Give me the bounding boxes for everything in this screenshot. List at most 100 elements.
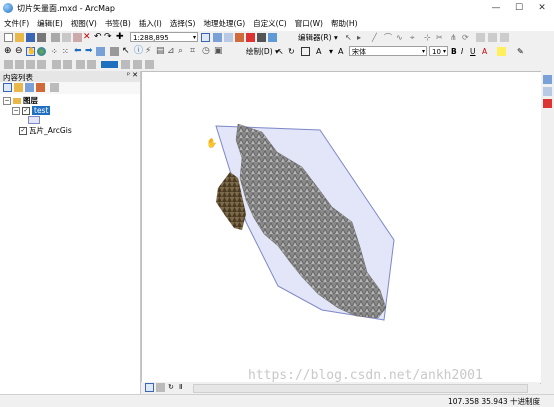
font-size-combo[interactable]: 10 ▾ [429, 46, 448, 56]
data-view-icon[interactable] [145, 383, 154, 392]
delete-icon[interactable]: ✕ [83, 33, 92, 42]
map-scale-combo[interactable]: 1:288,895 ▾ [130, 32, 198, 42]
edit-vertices-icon[interactable]: ⌖ [410, 33, 419, 42]
python-window-icon[interactable] [257, 33, 266, 42]
menu-file[interactable]: 文件(F) [0, 17, 33, 31]
layout-view-icon[interactable] [156, 383, 165, 392]
arctoolbox-tab-icon[interactable] [543, 99, 552, 108]
reshape-icon[interactable]: ⊹ [424, 33, 433, 42]
split-icon[interactable]: ⋔ [450, 33, 459, 42]
layer-tiles-checkbox[interactable]: ✓ [19, 127, 27, 135]
model-builder-icon[interactable] [268, 33, 277, 42]
search-tab-icon[interactable] [543, 87, 552, 96]
cut-polygons-icon[interactable]: ✂ [436, 33, 445, 42]
back-extent-icon[interactable]: ⬅ [74, 47, 83, 56]
underline-button[interactable]: U [470, 47, 476, 57]
catalog-tab-icon[interactable] [543, 75, 552, 84]
line-color-icon[interactable]: ✎ [517, 47, 526, 56]
add-data-icon[interactable]: ✚ [116, 33, 125, 42]
spatial-adjust-icon[interactable] [76, 60, 85, 69]
list-by-drawing-order-icon[interactable] [3, 83, 12, 92]
clear-selection-icon[interactable] [110, 47, 119, 56]
sketch-properties-icon[interactable] [488, 33, 497, 42]
map-view[interactable]: ✋ https://blog.csdn.net/ankh2001 [141, 71, 542, 384]
rectangle-icon[interactable] [301, 47, 310, 56]
go-to-xy-icon[interactable]: ⌗ [190, 47, 199, 56]
fill-color-icon[interactable] [497, 47, 506, 56]
layer-test-label[interactable]: test [32, 106, 51, 115]
pan-icon[interactable]: ✋ [26, 47, 36, 56]
new-text-icon[interactable]: A [316, 47, 325, 56]
menu-geoprocessing[interactable]: 地理处理(G) [199, 17, 249, 31]
arctoolbox-icon[interactable] [246, 33, 255, 42]
close-button[interactable]: ✕ [532, 0, 552, 17]
measure-icon[interactable]: ⊿ [167, 47, 176, 56]
close-icon[interactable]: ✕ [132, 71, 138, 79]
catalog-icon[interactable] [224, 33, 233, 42]
redo-icon[interactable]: ↷ [104, 33, 113, 42]
layer-test-checkbox[interactable]: ✓ [22, 107, 30, 115]
menu-customize[interactable]: 自定义(C) [249, 17, 291, 31]
endpoint-arc-icon[interactable]: ⌒ [384, 33, 393, 42]
draw-menu[interactable]: 绘制(D) ▾ [246, 47, 279, 57]
graphics-align-icon[interactable] [133, 60, 142, 69]
paste-icon[interactable] [73, 33, 82, 42]
rotate-icon[interactable]: ⟳ [462, 33, 471, 42]
attributes-icon[interactable] [476, 33, 485, 42]
rotate-element-icon[interactable]: ↻ [288, 47, 297, 56]
list-by-visibility-icon[interactable] [25, 83, 34, 92]
menu-help[interactable]: 帮助(H) [327, 17, 362, 31]
layout-pan-icon[interactable] [15, 60, 24, 69]
menu-windows[interactable]: 窗口(W) [291, 17, 327, 31]
editor-toolbar-icon[interactable] [201, 33, 210, 42]
open-folder-icon[interactable] [15, 33, 24, 42]
minimize-button[interactable]: — [486, 0, 506, 17]
collapse-icon[interactable]: − [12, 107, 20, 115]
layer-tiles-row[interactable]: ✓ 瓦片_ArcGis [19, 126, 72, 136]
full-extent-icon[interactable] [37, 47, 46, 56]
menu-view[interactable]: 视图(V) [67, 17, 101, 31]
copy-icon[interactable] [62, 33, 71, 42]
time-slider-icon[interactable]: ◷ [202, 47, 211, 56]
font-color-icon[interactable]: A [338, 47, 347, 56]
options-icon[interactable] [50, 83, 59, 92]
edit-tool-icon[interactable]: ↖ [345, 33, 354, 42]
maximize-button[interactable]: ☐ [509, 0, 529, 17]
save-icon[interactable] [26, 33, 35, 42]
viewer-window-icon[interactable]: ▣ [214, 47, 223, 56]
annotation-tool-icon[interactable]: ▸ [357, 33, 366, 42]
hyperlink-icon[interactable]: ⚡ [145, 47, 154, 56]
select-by-graphics-icon[interactable] [96, 47, 105, 56]
select-elements-draw-icon[interactable]: ↖ [277, 47, 286, 56]
georef-icon[interactable] [52, 60, 61, 69]
fixed-zoom-in-icon[interactable]: ⁘ [51, 47, 60, 56]
pin-icon[interactable]: ᵖ [127, 71, 130, 79]
search-icon[interactable] [235, 33, 244, 42]
collapse-icon[interactable]: − [3, 97, 11, 105]
layers-group-row[interactable]: − 图层 [3, 96, 38, 106]
list-by-source-icon[interactable] [14, 83, 23, 92]
menu-selection[interactable]: 选择(S) [166, 17, 200, 31]
layout-zoom-icon[interactable] [4, 60, 13, 69]
map-canvas[interactable]: ✋ https://blog.csdn.net/ankh2001 [142, 72, 541, 383]
html-popup-icon[interactable]: ▤ [156, 47, 165, 56]
find-icon[interactable]: ⌕ [178, 47, 187, 56]
layer-test-row[interactable]: − ✓ test [12, 106, 51, 116]
select-elements-icon[interactable]: ↖ [122, 47, 131, 56]
forward-extent-icon[interactable]: ➡ [85, 47, 94, 56]
color-swatch-icon[interactable] [101, 61, 118, 68]
font-name-combo[interactable]: 宋体 ▾ [349, 46, 427, 56]
menu-edit[interactable]: 编辑(E) [33, 17, 67, 31]
new-document-icon[interactable] [4, 33, 13, 42]
editor-menu[interactable]: 编辑器(R) ▾ [298, 33, 338, 43]
identify-icon[interactable]: ⓘ [134, 47, 143, 56]
trace-icon[interactable]: ∿ [396, 33, 405, 42]
print-icon[interactable] [37, 33, 46, 42]
layout-fixed-icon[interactable] [37, 60, 46, 69]
text-color-button[interactable]: A [482, 47, 487, 57]
horizontal-scrollbar[interactable] [193, 384, 528, 393]
undo-icon[interactable]: ↶ [94, 33, 103, 42]
menu-bookmarks[interactable]: 书签(B) [101, 17, 135, 31]
zoom-out-icon[interactable]: ⊖ [15, 47, 24, 56]
bold-button[interactable]: B [451, 47, 457, 57]
